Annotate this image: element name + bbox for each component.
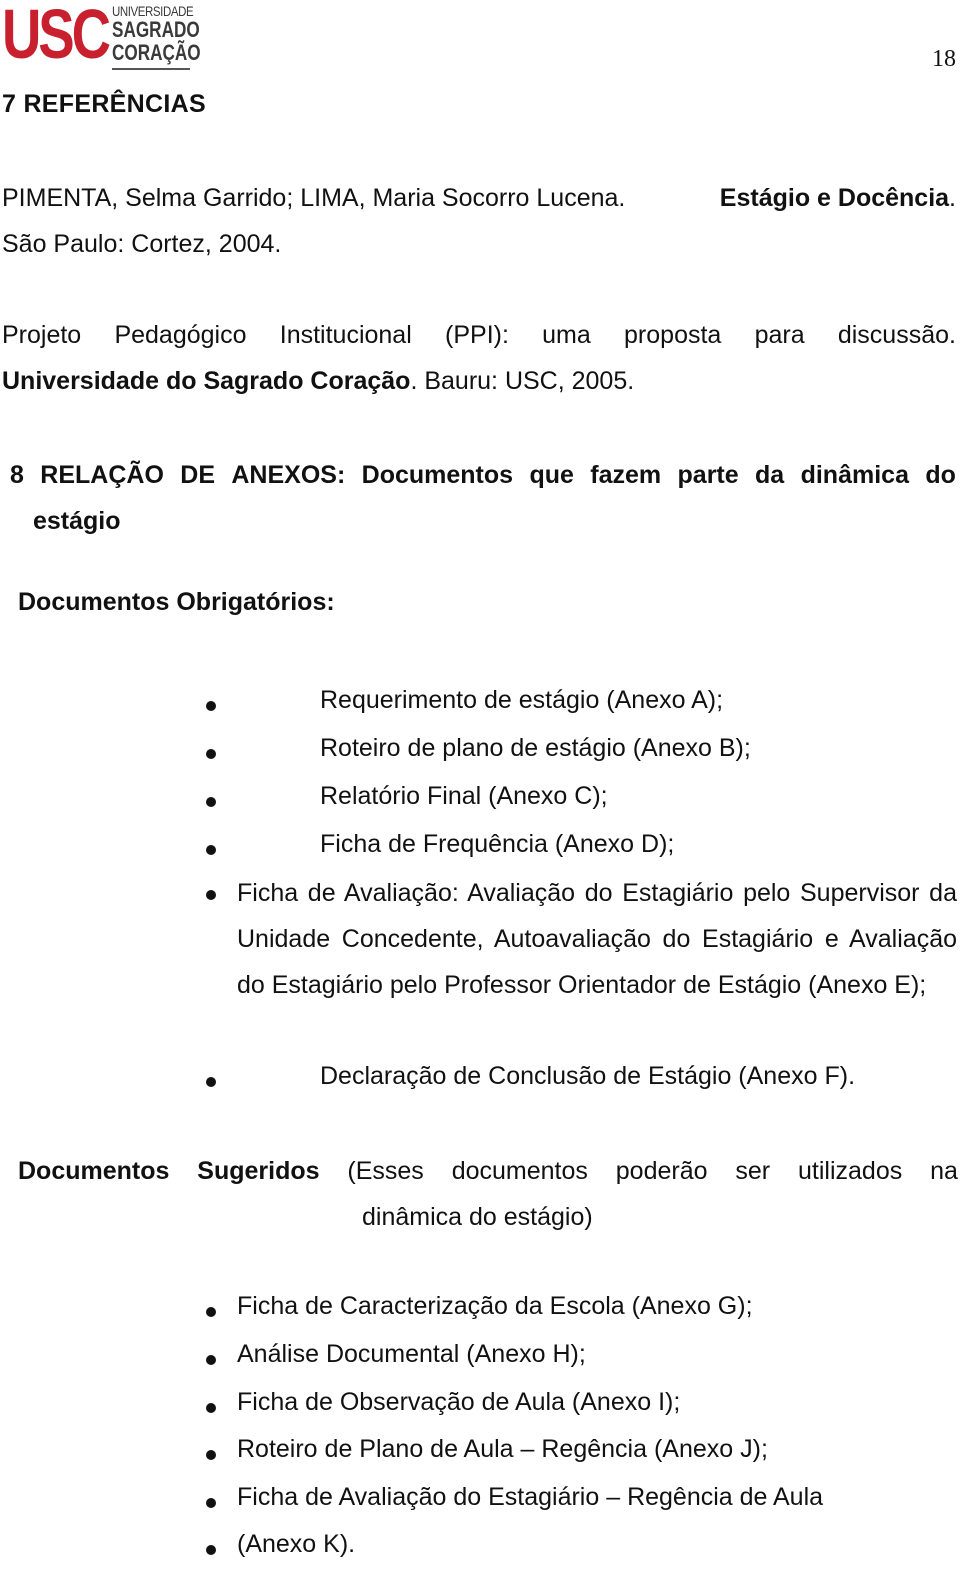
bullet-icon xyxy=(206,1450,216,1460)
reference-2: Projeto Pedagógico Institucional (PPI): uma p… xyxy=(2,312,956,404)
heading-word: dinâmica xyxy=(800,461,909,489)
heading-word: fazem xyxy=(590,461,662,489)
heading-word: poderão xyxy=(615,1157,708,1185)
reference-1-imprint: São Paulo: Cortez, 2004. xyxy=(2,230,282,258)
heading-word: Documentos xyxy=(361,461,514,489)
list-item: Declaração de Conclusão de Estágio (Anex… xyxy=(0,1062,960,1109)
bullet-icon xyxy=(206,1403,216,1413)
bullet-icon xyxy=(206,797,216,807)
bullet-icon xyxy=(206,1355,216,1365)
section-7-heading: 7 REFERÊNCIAS xyxy=(2,90,206,118)
heading-word: parte xyxy=(677,461,739,489)
heading-word: na xyxy=(930,1157,958,1185)
heading-word: que xyxy=(529,461,574,489)
list-item: (Anexo K). xyxy=(0,1530,960,1577)
list-item: Ficha de Caracterização da Escola (Anexo… xyxy=(0,1292,960,1339)
heading-word: do xyxy=(925,461,956,489)
bullet-icon xyxy=(206,845,216,855)
bullet-icon xyxy=(206,1498,216,1508)
list-item: Ficha de Observação de Aula (Anexo I); xyxy=(0,1388,960,1435)
reference-word: uma xyxy=(542,321,591,349)
list-item: Roteiro de Plano de Aula – Regência (Ane… xyxy=(0,1435,960,1482)
heading-word: da xyxy=(755,461,785,489)
page-number: 18 xyxy=(932,46,956,72)
list-item: Roteiro de plano de estágio (Anexo B); xyxy=(0,734,960,781)
logo-underline xyxy=(112,68,190,70)
logo-line-2: SAGRADO xyxy=(112,17,200,42)
bullet-icon xyxy=(206,890,216,900)
heading-word: (Esses xyxy=(347,1157,424,1185)
bullet-icon xyxy=(206,1545,216,1555)
section-8-heading: 8 RELAÇÃO DE ANEXOS: Documentos que fazem parte… xyxy=(10,452,956,544)
reference-2-title: Universidade do Sagrado Coração xyxy=(2,367,411,395)
list-item: Ficha de Avaliação do Estagiário – Regên… xyxy=(0,1483,960,1530)
suggested-documents-heading: Documentos Sugeridos (Esses documentos poder… xyxy=(18,1148,958,1240)
reference-word: Projeto xyxy=(2,321,82,349)
reference-2-imprint: . Bauru: USC, 2005. xyxy=(410,367,635,395)
heading-word: Documentos xyxy=(18,1157,170,1185)
heading-word: utilizados xyxy=(798,1157,903,1185)
logo-line-1: UNIVERSIDADE xyxy=(112,3,194,19)
heading-word: RELAÇÃO xyxy=(40,461,164,489)
usc-logo: USC UNIVERSIDADE SAGRADO CORAÇÃO xyxy=(2,0,201,73)
reference-2-prefix: Projeto Pedagógico Institucional (PPI): uma p… xyxy=(2,312,956,358)
reference-word: Institucional xyxy=(279,321,412,349)
reference-word: para xyxy=(754,321,805,349)
list-item: Análise Documental (Anexo H); xyxy=(0,1340,960,1387)
reference-word: discussão. xyxy=(837,321,956,349)
heading-word: 8 xyxy=(10,461,24,489)
reference-1-title: Estágio e Docência xyxy=(719,184,950,212)
required-documents-heading: Documentos Obrigatórios: xyxy=(18,588,335,616)
heading-word: ANEXOS: xyxy=(231,461,346,489)
list-item: Relatório Final (Anexo C); xyxy=(0,782,960,829)
heading-word: documentos xyxy=(451,1157,588,1185)
bullet-icon xyxy=(206,749,216,759)
bullet-icon xyxy=(206,1307,216,1317)
logo-wordmark: UNIVERSIDADE SAGRADO CORAÇÃO xyxy=(112,4,226,64)
reference-word: Pedagógico xyxy=(114,321,247,349)
bullet-icon xyxy=(206,701,216,711)
list-item: Requerimento de estágio (Anexo A); xyxy=(0,686,960,733)
heading-word: ser xyxy=(735,1157,771,1185)
logo-line-3: CORAÇÃO xyxy=(112,40,201,65)
heading-word: Sugeridos xyxy=(197,1157,320,1185)
reference-1-authors: PIMENTA, Selma Garrido; LIMA, Maria Soco… xyxy=(2,184,626,212)
reference-word: (PPI): xyxy=(445,321,509,349)
reference-1: PIMENTA, Selma Garrido; LIMA, Maria Soco… xyxy=(2,175,956,267)
heading-word: DE xyxy=(180,461,215,489)
bullet-icon xyxy=(206,1077,216,1087)
list-item: Ficha de Avaliação: Avaliação do Estagiá… xyxy=(0,870,960,1054)
reference-word: proposta xyxy=(624,321,722,349)
logo-brand-letters: USC xyxy=(2,0,111,73)
